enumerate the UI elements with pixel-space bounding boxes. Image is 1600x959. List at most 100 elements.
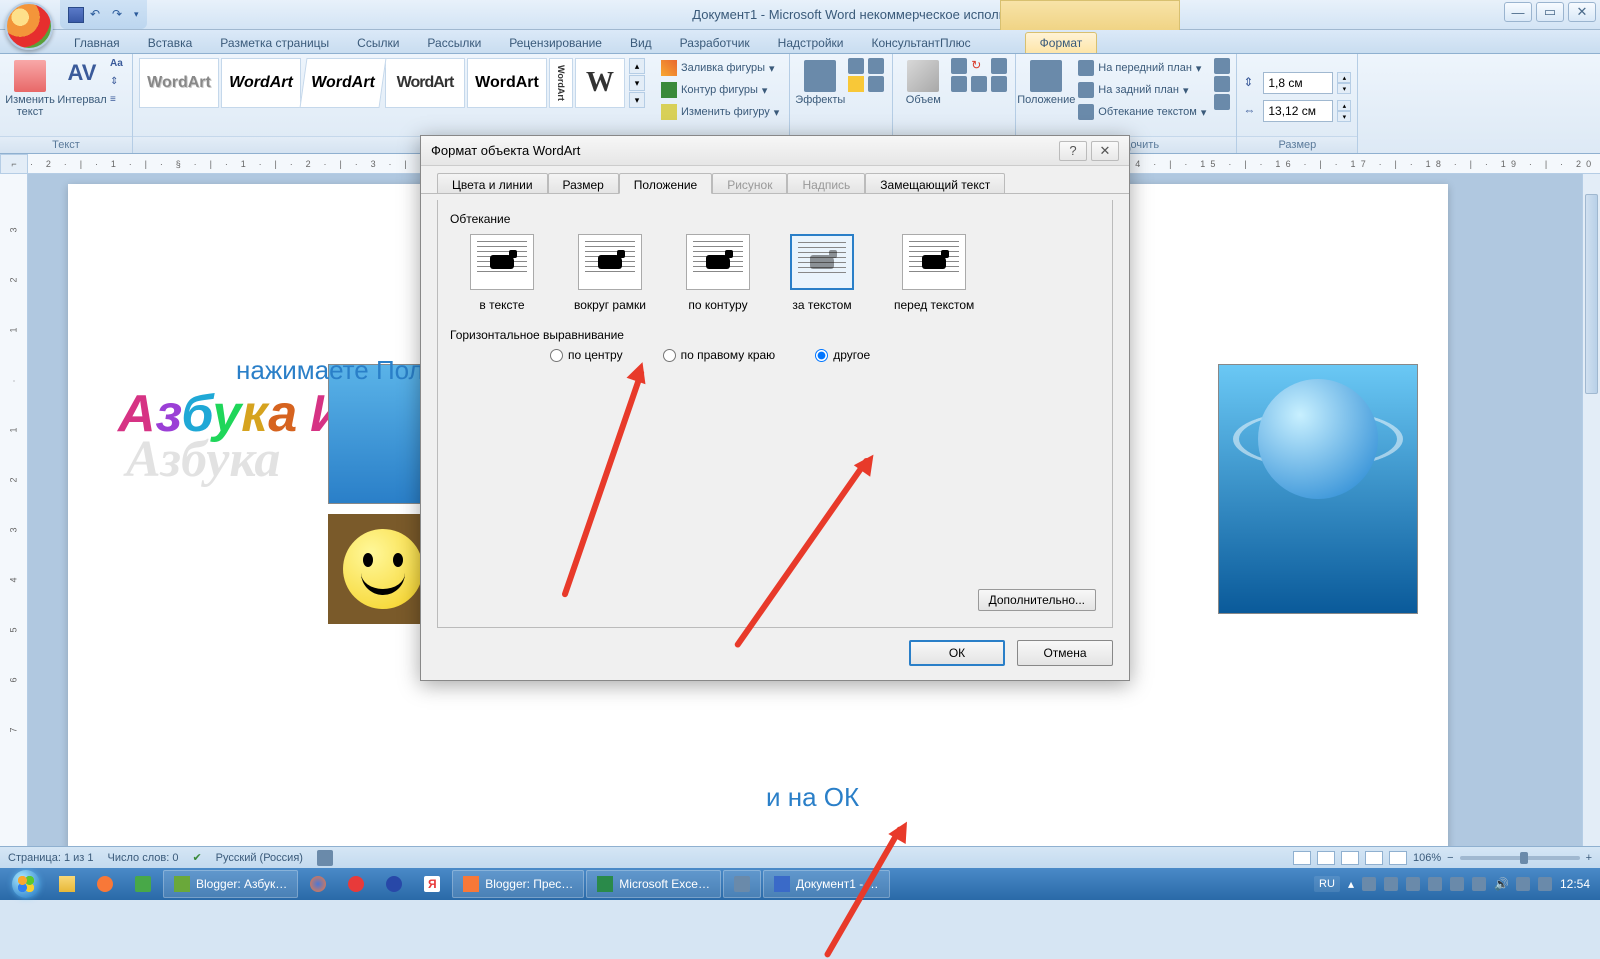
tab-mailings[interactable]: Рассылки (413, 33, 495, 53)
wordart-style-5[interactable]: WordArt (467, 58, 547, 108)
wrap-square[interactable]: вокруг рамки (574, 234, 646, 312)
status-page[interactable]: Страница: 1 из 1 (8, 852, 94, 864)
tab-consultant[interactable]: КонсультантПлюс (858, 33, 985, 53)
wrap-inline[interactable]: в тексте (470, 234, 534, 312)
view-outline-icon[interactable] (1365, 851, 1383, 865)
taskbar-app-excel[interactable]: Microsoft Exce… (586, 870, 721, 898)
tray-icon[interactable] (1384, 877, 1398, 891)
position-button[interactable]: Положение (1022, 58, 1070, 108)
dialog-tab-size[interactable]: Размер (548, 173, 619, 194)
tab-review[interactable]: Рецензирование (495, 33, 616, 53)
text-wrap-button[interactable]: Обтекание текстом ▾ (1074, 102, 1210, 122)
office-button[interactable] (5, 2, 53, 50)
even-height-icon[interactable]: Aa (110, 58, 126, 74)
wrap-behind[interactable]: за текстом (790, 234, 854, 312)
3d-effects-button[interactable]: Объем (899, 58, 947, 108)
tray-icon[interactable] (1472, 877, 1486, 891)
qat-dropdown-icon[interactable]: ▾ (134, 9, 139, 20)
input-language[interactable]: RU (1314, 876, 1340, 892)
height-up-icon[interactable]: ▴ (1337, 72, 1351, 83)
tab-references[interactable]: Ссылки (343, 33, 413, 53)
change-shape-button[interactable]: Изменить фигуру ▾ (657, 102, 783, 122)
tray-icon[interactable] (1516, 877, 1530, 891)
taskbar-pin-opera[interactable] (338, 870, 374, 898)
tray-icon[interactable] (1362, 877, 1376, 891)
rotate-icon[interactable] (1214, 94, 1230, 110)
nudge-down-icon[interactable] (868, 58, 884, 74)
taskbar-pin-1[interactable] (87, 870, 123, 898)
minimize-button[interactable]: ― (1504, 2, 1532, 22)
wordart-style-2[interactable]: WordArt (221, 58, 301, 108)
tilt-5-icon[interactable] (991, 76, 1007, 92)
shadow-effects-button[interactable]: Эффекты (796, 58, 844, 108)
shadow-toggle-icon[interactable] (848, 76, 864, 92)
view-full-screen-icon[interactable] (1317, 851, 1335, 865)
wordart-object[interactable]: Азбука И (118, 384, 348, 444)
3d-toggle-icon[interactable]: ↻ (971, 58, 987, 74)
wordart-gallery[interactable]: WordArt WordArt WordArt WordArt WordArt … (139, 58, 645, 108)
tab-layout[interactable]: Разметка страницы (206, 33, 343, 53)
dialog-help-button[interactable]: ? (1059, 141, 1087, 161)
wordart-style-4[interactable]: WordArt (385, 58, 465, 108)
tab-developer[interactable]: Разработчик (666, 33, 764, 53)
undo-icon[interactable]: ↶ (90, 7, 106, 23)
taskbar-pin-yandex[interactable]: Я (414, 870, 450, 898)
image-globe[interactable] (1218, 364, 1418, 614)
shape-outline-button[interactable]: Контур фигуры ▾ (657, 80, 783, 100)
tilt-3-icon[interactable] (951, 76, 967, 92)
tab-format[interactable]: Формат (1025, 32, 1098, 53)
vertical-text-icon[interactable]: ⇕ (110, 76, 126, 92)
width-down-icon[interactable]: ▾ (1337, 111, 1351, 122)
clock[interactable]: 12:54 (1560, 877, 1590, 891)
align-other-radio[interactable]: другое (815, 348, 870, 362)
close-button[interactable]: ✕ (1568, 2, 1596, 22)
width-up-icon[interactable]: ▴ (1337, 100, 1351, 111)
tilt-1-icon[interactable] (951, 58, 967, 74)
shape-fill-button[interactable]: Заливка фигуры ▾ (657, 58, 783, 78)
zoom-in-icon[interactable]: + (1586, 852, 1592, 864)
wordart-style-7[interactable]: W (575, 58, 625, 108)
dialog-tab-colors[interactable]: Цвета и линии (437, 173, 548, 194)
status-words[interactable]: Число слов: 0 (108, 852, 179, 864)
dialog-tab-position[interactable]: Положение (619, 173, 712, 194)
taskbar-pin-3[interactable] (376, 870, 412, 898)
redo-icon[interactable]: ↷ (112, 7, 128, 23)
spacing-button[interactable]: AV Интервал (58, 58, 106, 108)
nudge-right-icon[interactable] (868, 76, 884, 92)
view-web-icon[interactable] (1341, 851, 1359, 865)
taskbar-pin-2[interactable] (125, 870, 161, 898)
ok-button[interactable]: ОК (909, 640, 1005, 666)
scroll-down-icon[interactable]: ▾ (629, 75, 645, 91)
wrap-tight[interactable]: по контуру (686, 234, 750, 312)
view-draft-icon[interactable] (1389, 851, 1407, 865)
wordart-style-6[interactable]: WordArt (549, 58, 573, 108)
align-icon[interactable] (1214, 58, 1230, 74)
proofing-icon[interactable]: ✔ (192, 851, 201, 864)
height-input[interactable] (1263, 72, 1333, 94)
dialog-tab-alttext[interactable]: Замещающий текст (865, 173, 1005, 194)
align-text-icon[interactable]: ≡ (110, 94, 126, 110)
wordart-style-1[interactable]: WordArt (139, 58, 219, 108)
tray-expand-icon[interactable]: ▴ (1348, 877, 1354, 891)
dialog-close-button[interactable]: ✕ (1091, 141, 1119, 161)
save-icon[interactable] (68, 7, 84, 23)
height-down-icon[interactable]: ▾ (1337, 83, 1351, 94)
status-language[interactable]: Русский (Россия) (216, 852, 303, 864)
gallery-more-icon[interactable]: ▾ (629, 92, 645, 108)
tab-view[interactable]: Вид (616, 33, 666, 53)
wordart-style-3[interactable]: WordArt (299, 58, 386, 108)
zoom-out-icon[interactable]: − (1447, 852, 1453, 864)
group-icon[interactable] (1214, 76, 1230, 92)
ruler-corner[interactable]: ⌐ (0, 154, 28, 174)
vertical-scrollbar[interactable] (1582, 174, 1600, 850)
zoom-slider[interactable] (1460, 856, 1580, 860)
taskbar-app-blogger2[interactable]: Blogger: Прес… (452, 870, 584, 898)
edit-text-button[interactable]: Изменить текст (6, 58, 54, 120)
align-center-radio[interactable]: по центру (550, 348, 623, 362)
nudge-up-icon[interactable] (848, 58, 864, 74)
start-button[interactable] (4, 868, 48, 900)
tilt-4-icon[interactable] (971, 76, 987, 92)
scroll-up-icon[interactable]: ▴ (629, 58, 645, 74)
taskbar-pin-explorer[interactable] (49, 870, 85, 898)
tab-home[interactable]: Главная (60, 33, 134, 53)
